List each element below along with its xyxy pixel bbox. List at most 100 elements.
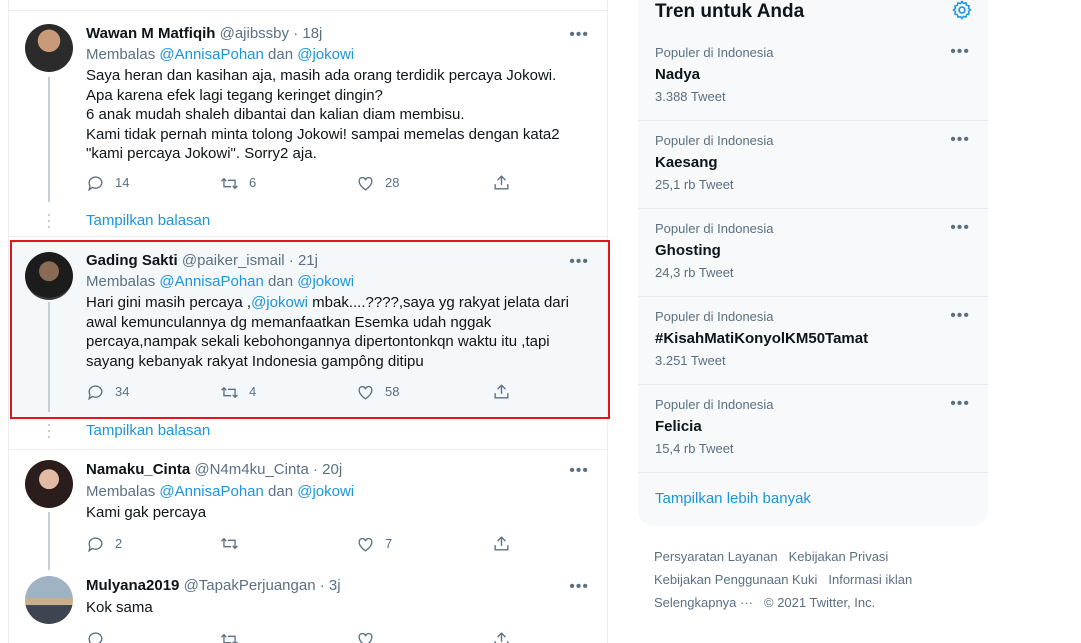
trend-name: #KisahMatiKonyolKM50Tamat: [655, 330, 869, 347]
reply-count: 14: [115, 175, 130, 190]
author-name[interactable]: Wawan M Matfiqih: [86, 25, 215, 42]
trend-count: 24,3 rb Tweet: [655, 265, 734, 280]
more-icon[interactable]: •••: [569, 579, 589, 595]
reply-button[interactable]: 2: [86, 534, 122, 554]
heart-icon: [358, 176, 373, 191]
avatar[interactable]: [25, 576, 73, 624]
avatar[interactable]: [25, 24, 73, 72]
author-handle[interactable]: @ajibssby · 18j: [220, 25, 323, 42]
mention-link[interactable]: @jokowi: [297, 483, 354, 500]
more-icon[interactable]: •••: [950, 43, 970, 61]
reply-icon: [88, 632, 103, 643]
avatar[interactable]: [25, 460, 73, 508]
mention-link[interactable]: @AnnisaPohan: [159, 483, 263, 500]
tweet-wawan[interactable]: Wawan M Matfiqih @ajibssby · 18j ••• Mem…: [9, 11, 607, 236]
like-count: 7: [385, 536, 393, 551]
author-name[interactable]: Mulyana2019: [86, 577, 179, 594]
author-handle[interactable]: @TapakPerjuangan · 3j: [184, 577, 341, 594]
more-icon[interactable]: •••: [950, 395, 970, 413]
trend-context: Populer di Indonesia: [655, 309, 774, 324]
author-name[interactable]: Namaku_Cinta: [86, 461, 190, 478]
thread-dots: [47, 214, 51, 228]
trend-item[interactable]: Populer di Indonesia ••• Ghosting 24,3 r…: [638, 209, 988, 297]
tweet-mulyana[interactable]: Mulyana2019 @TapakPerjuangan · 3j ••• Ko…: [9, 570, 607, 643]
trend-count: 3.388 Tweet: [655, 89, 726, 104]
tweet-line: Apa karena efek lagi tegang keringet din…: [86, 86, 383, 104]
tweet-text: Kami gak percaya: [86, 504, 207, 521]
heart-icon: [358, 632, 373, 643]
tweet-actions: 2 7: [86, 534, 516, 554]
trend-count: 3.251 Tweet: [655, 353, 726, 368]
retweet-button[interactable]: 6: [220, 173, 256, 193]
trend-item[interactable]: Populer di Indonesia ••• Felicia 15,4 rb…: [638, 385, 988, 473]
tweet-line: Kami tidak pernah minta tolong Jokowi! s…: [86, 125, 560, 143]
gear-icon[interactable]: [951, 0, 973, 21]
trend-count: 15,4 rb Tweet: [655, 441, 734, 456]
tweet-text: Kok sama: [86, 599, 153, 616]
trend-name: Nadya: [655, 66, 701, 83]
tweet-actions: [86, 630, 516, 643]
retweet-icon: [221, 177, 238, 189]
heart-icon: [358, 537, 373, 552]
retweet-icon: [221, 633, 238, 643]
tweet-actions: 14 6 28: [86, 173, 516, 193]
footer-link-more[interactable]: Selengkapnya ···: [654, 591, 753, 614]
share-button[interactable]: [492, 173, 511, 192]
footer-link-privacy[interactable]: Kebijakan Privasi: [789, 545, 889, 568]
share-icon: [494, 175, 509, 190]
share-button[interactable]: [492, 534, 511, 553]
tweet-line: Saya heran dan kasihan aja, masih ada or…: [86, 67, 557, 84]
share-button[interactable]: [492, 630, 511, 643]
like-button[interactable]: 7: [356, 534, 392, 554]
reply-conj: dan: [268, 46, 294, 63]
trend-item[interactable]: Populer di Indonesia ••• Kaesang 25,1 rb…: [638, 121, 988, 209]
footer-link-cookies[interactable]: Kebijakan Penggunaan Kuki: [654, 568, 817, 591]
copyright: © 2021 Twitter, Inc.: [764, 595, 876, 610]
tweet-namaku[interactable]: Namaku_Cinta @N4m4ku_Cinta · 20j ••• Mem…: [9, 450, 607, 572]
reply-to: Membalas @AnnisaPohan dan @jokowi: [86, 45, 354, 65]
thread-line: [48, 512, 50, 572]
author-handle[interactable]: @N4m4ku_Cinta · 20j: [194, 461, 342, 478]
retweet-button[interactable]: [220, 534, 249, 553]
trend-context: Populer di Indonesia: [655, 221, 774, 236]
reply-button[interactable]: 14: [86, 173, 129, 193]
footer-link-terms[interactable]: Persyaratan Layanan: [654, 545, 778, 568]
show-replies-link[interactable]: Tampilkan balasan: [86, 211, 210, 231]
trend-count: 25,1 rb Tweet: [655, 177, 734, 192]
thread-line: [48, 77, 50, 202]
mention-link[interactable]: @AnnisaPohan: [159, 46, 263, 63]
footer-link-ads-info[interactable]: Informasi iklan: [828, 568, 912, 591]
trend-context: Populer di Indonesia: [655, 45, 774, 60]
tweet-line: "kami percaya Jokowi". Sorry2 aja.: [86, 145, 317, 162]
retweet-button[interactable]: [220, 630, 239, 643]
more-icon[interactable]: •••: [569, 463, 589, 479]
show-more-link[interactable]: Tampilkan lebih banyak: [655, 489, 811, 509]
share-icon: [494, 536, 509, 551]
like-button[interactable]: 28: [356, 173, 399, 193]
trend-item[interactable]: Populer di Indonesia ••• Nadya 3.388 Twe…: [638, 33, 988, 121]
trend-item[interactable]: Populer di Indonesia ••• #KisahMatiKonyo…: [638, 297, 988, 385]
reply-to: Membalas @AnnisaPohan dan @jokowi: [86, 482, 354, 502]
mention-link[interactable]: @jokowi: [297, 46, 354, 63]
trend-context: Populer di Indonesia: [655, 133, 774, 148]
retweet-count: 6: [249, 175, 257, 190]
retweet-icon: [221, 537, 238, 550]
show-replies-link[interactable]: Tampilkan balasan: [86, 421, 210, 441]
tweet-text: Saya heran dan kasihan aja, masih ada or…: [86, 66, 596, 164]
tweet-line: 6 anak mudah shaleh dibantai dan kalian …: [86, 106, 465, 123]
more-icon[interactable]: •••: [569, 27, 589, 43]
thread-dots: [47, 424, 51, 438]
more-icon[interactable]: •••: [950, 131, 970, 149]
reply-conj: dan: [268, 483, 294, 500]
reply-button[interactable]: [86, 630, 105, 643]
trend-name: Kaesang: [655, 154, 718, 171]
highlight-box: [10, 240, 610, 419]
footer: Persyaratan Layanan Kebijakan Privasi Ke…: [654, 545, 984, 614]
reply-prefix: Membalas: [86, 483, 156, 500]
more-icon[interactable]: •••: [950, 219, 970, 237]
reply-count: 2: [115, 536, 123, 551]
like-button[interactable]: [356, 630, 375, 643]
share-icon: [494, 632, 509, 643]
more-icon[interactable]: •••: [950, 307, 970, 325]
reply-icon: [88, 175, 103, 191]
